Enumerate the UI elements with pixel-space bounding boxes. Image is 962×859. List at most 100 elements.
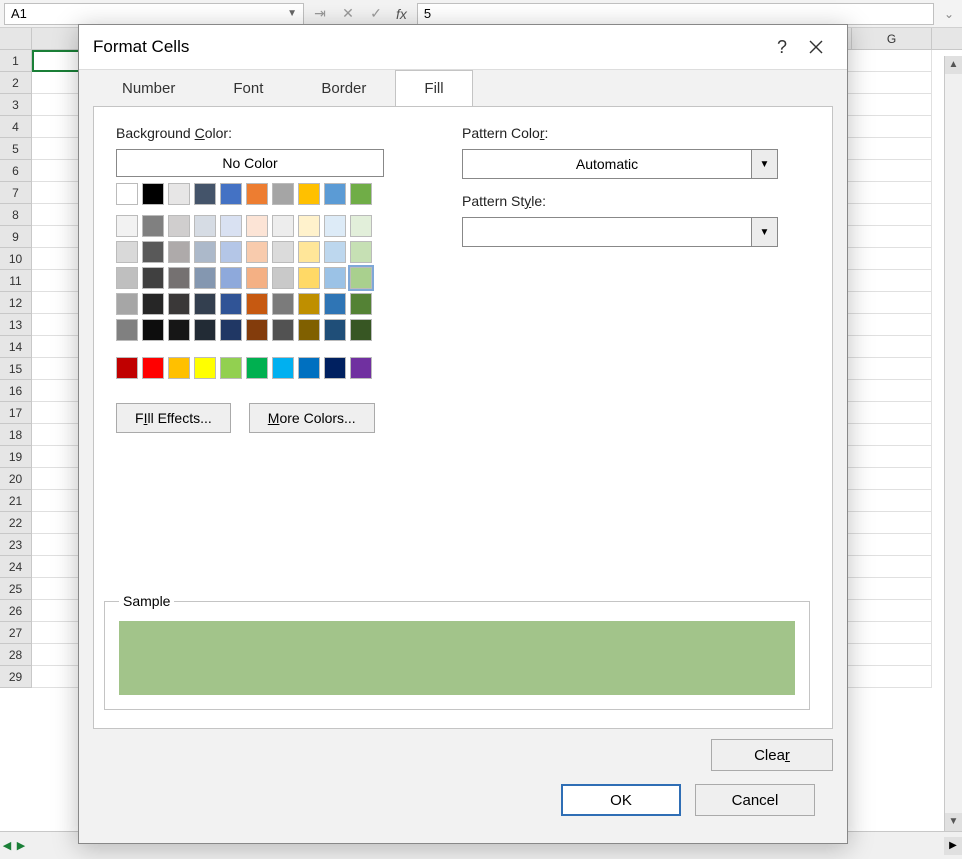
color-swatch[interactable]	[246, 241, 268, 263]
color-swatch[interactable]	[142, 215, 164, 237]
color-swatch[interactable]	[298, 241, 320, 263]
first-sheet-icon[interactable]: ◀	[0, 839, 14, 852]
color-swatch[interactable]	[246, 293, 268, 315]
color-swatch[interactable]	[350, 319, 372, 341]
row-header[interactable]: 23	[0, 534, 32, 556]
row-header[interactable]: 20	[0, 468, 32, 490]
row-header[interactable]: 8	[0, 204, 32, 226]
color-swatch[interactable]	[324, 241, 346, 263]
color-swatch[interactable]	[324, 183, 346, 205]
color-swatch[interactable]	[246, 319, 268, 341]
pattern-color-combo[interactable]: Automatic ▼	[462, 149, 778, 179]
color-swatch[interactable]	[220, 183, 242, 205]
row-header[interactable]: 13	[0, 314, 32, 336]
color-swatch[interactable]	[220, 293, 242, 315]
fx-icon[interactable]: fx	[396, 6, 407, 22]
color-swatch[interactable]	[324, 319, 346, 341]
color-swatch[interactable]	[168, 319, 190, 341]
next-sheet-icon[interactable]: ▶	[14, 839, 28, 852]
color-swatch[interactable]	[168, 293, 190, 315]
color-swatch[interactable]	[168, 241, 190, 263]
color-swatch[interactable]	[142, 241, 164, 263]
row-header[interactable]: 5	[0, 138, 32, 160]
tab-font[interactable]: Font	[204, 70, 292, 107]
cancel-button[interactable]: Cancel	[695, 784, 815, 816]
color-swatch[interactable]	[142, 293, 164, 315]
row-header[interactable]: 18	[0, 424, 32, 446]
color-swatch[interactable]	[220, 357, 242, 379]
color-swatch[interactable]	[272, 319, 294, 341]
color-swatch[interactable]	[168, 183, 190, 205]
name-box[interactable]: A1 ▼	[4, 3, 304, 25]
color-swatch[interactable]	[116, 241, 138, 263]
color-swatch[interactable]	[142, 357, 164, 379]
row-header[interactable]: 16	[0, 380, 32, 402]
color-swatch[interactable]	[116, 357, 138, 379]
row-header[interactable]: 22	[0, 512, 32, 534]
help-button[interactable]: ?	[765, 30, 799, 64]
row-header[interactable]: 10	[0, 248, 32, 270]
color-swatch[interactable]	[116, 215, 138, 237]
color-swatch[interactable]	[194, 215, 216, 237]
color-swatch[interactable]	[350, 183, 372, 205]
ok-button[interactable]: OK	[561, 784, 681, 816]
color-swatch[interactable]	[272, 267, 294, 289]
color-swatch[interactable]	[298, 293, 320, 315]
color-swatch[interactable]	[324, 357, 346, 379]
color-swatch[interactable]	[298, 267, 320, 289]
color-swatch[interactable]	[220, 215, 242, 237]
color-swatch[interactable]	[350, 357, 372, 379]
chevron-down-icon[interactable]: ▼	[287, 8, 297, 19]
row-header[interactable]: 17	[0, 402, 32, 424]
color-swatch[interactable]	[272, 241, 294, 263]
color-swatch[interactable]	[350, 241, 372, 263]
tab-fill[interactable]: Fill	[395, 70, 472, 107]
row-header[interactable]: 27	[0, 622, 32, 644]
color-swatch[interactable]	[194, 241, 216, 263]
color-swatch[interactable]	[116, 293, 138, 315]
color-swatch[interactable]	[246, 357, 268, 379]
row-header[interactable]: 9	[0, 226, 32, 248]
dialog-titlebar[interactable]: Format Cells ?	[79, 25, 847, 69]
row-header[interactable]: 4	[0, 116, 32, 138]
chevron-down-icon[interactable]: ▼	[751, 150, 777, 178]
close-button[interactable]	[799, 30, 833, 64]
color-swatch[interactable]	[168, 357, 190, 379]
row-header[interactable]: 29	[0, 666, 32, 688]
column-header-g[interactable]: G	[852, 28, 932, 49]
color-swatch[interactable]	[168, 267, 190, 289]
color-swatch[interactable]	[324, 215, 346, 237]
color-swatch[interactable]	[272, 183, 294, 205]
row-header[interactable]: 3	[0, 94, 32, 116]
color-swatch[interactable]	[194, 319, 216, 341]
color-swatch[interactable]	[246, 183, 268, 205]
color-swatch[interactable]	[168, 215, 190, 237]
row-header[interactable]: 11	[0, 270, 32, 292]
color-swatch[interactable]	[272, 293, 294, 315]
color-swatch[interactable]	[194, 183, 216, 205]
more-colors-button[interactable]: More Colors...	[249, 403, 375, 433]
color-swatch[interactable]	[350, 215, 372, 237]
row-header[interactable]: 28	[0, 644, 32, 666]
row-header[interactable]: 25	[0, 578, 32, 600]
tab-number[interactable]: Number	[93, 70, 204, 107]
row-header[interactable]: 15	[0, 358, 32, 380]
color-swatch[interactable]	[116, 267, 138, 289]
color-swatch[interactable]	[220, 241, 242, 263]
color-swatch[interactable]	[272, 215, 294, 237]
color-swatch[interactable]	[220, 267, 242, 289]
color-swatch[interactable]	[350, 267, 372, 289]
row-header[interactable]: 24	[0, 556, 32, 578]
color-swatch[interactable]	[324, 267, 346, 289]
tab-border[interactable]: Border	[292, 70, 395, 107]
color-swatch[interactable]	[220, 319, 242, 341]
row-header[interactable]: 14	[0, 336, 32, 358]
formula-input[interactable]: 5	[417, 3, 934, 25]
color-swatch[interactable]	[298, 319, 320, 341]
color-swatch[interactable]	[116, 319, 138, 341]
row-header[interactable]: 1	[0, 50, 32, 72]
fill-effects-button[interactable]: FIll Effects...	[116, 403, 231, 433]
color-swatch[interactable]	[272, 357, 294, 379]
color-swatch[interactable]	[194, 357, 216, 379]
pattern-style-combo[interactable]: ▼	[462, 217, 778, 247]
